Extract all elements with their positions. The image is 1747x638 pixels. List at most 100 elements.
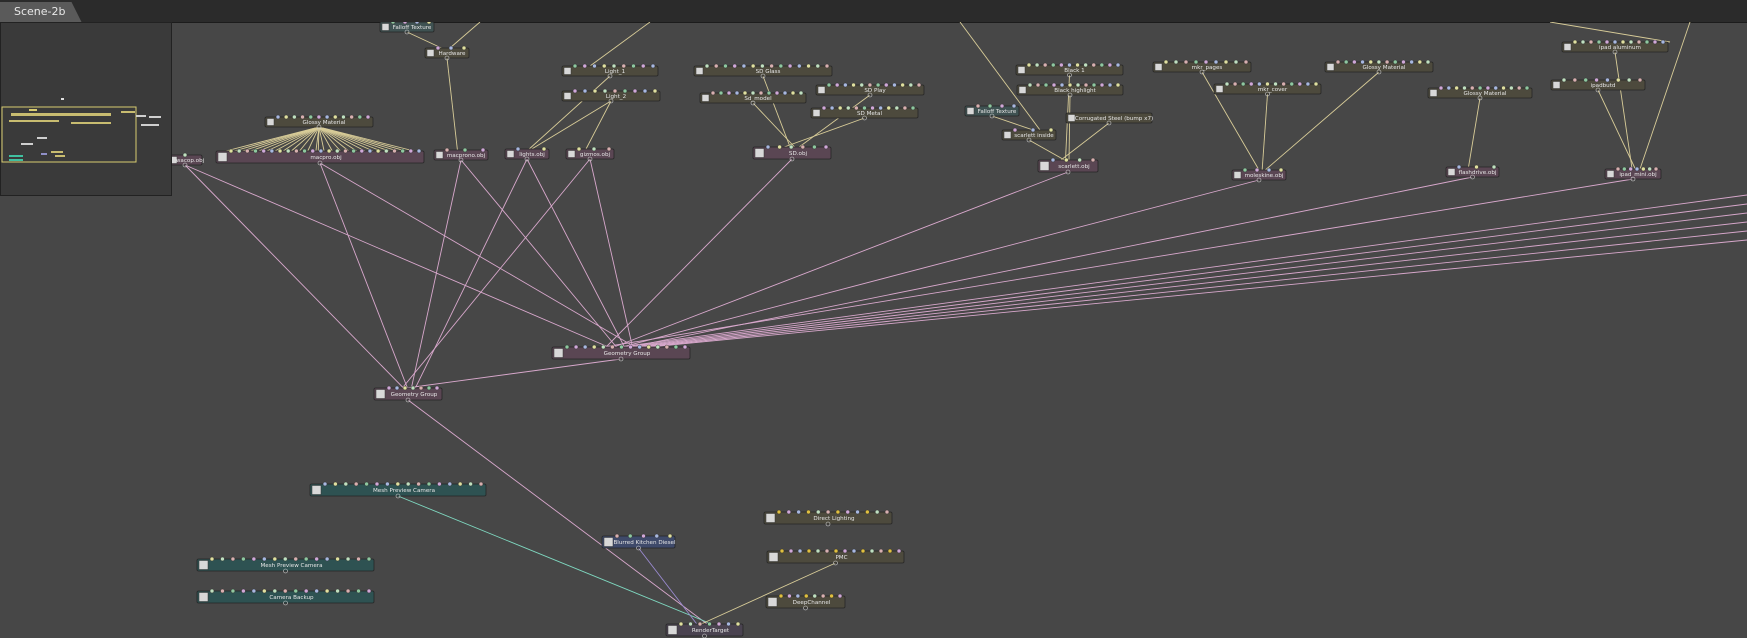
input-pin[interactable] — [887, 548, 893, 554]
input-pin[interactable] — [318, 148, 324, 154]
input-pin[interactable] — [655, 344, 660, 350]
input-pin[interactable] — [1561, 77, 1567, 83]
input-pin[interactable] — [796, 509, 801, 515]
node-sdmetal[interactable]: SD Metal — [810, 105, 919, 121]
input-pin[interactable] — [209, 588, 215, 594]
input-pin[interactable] — [855, 509, 860, 515]
input-pin[interactable] — [823, 144, 829, 150]
input-pin[interactable] — [652, 88, 658, 94]
input-pin[interactable] — [824, 63, 830, 69]
input-pin[interactable] — [1233, 59, 1239, 65]
input-pin[interactable] — [314, 588, 319, 594]
input-pin[interactable] — [782, 90, 788, 96]
input-pin[interactable] — [462, 147, 468, 153]
input-pin[interactable] — [1616, 77, 1621, 83]
input-pin[interactable] — [322, 481, 328, 487]
input-pin[interactable] — [392, 148, 397, 154]
input-pin[interactable] — [641, 63, 646, 69]
input-pin[interactable] — [1266, 167, 1272, 173]
input-pin[interactable] — [1596, 39, 1602, 45]
input-pin[interactable] — [726, 90, 732, 96]
input-pin[interactable] — [400, 148, 405, 154]
input-pin[interactable] — [1249, 81, 1254, 87]
input-pin[interactable] — [572, 88, 578, 94]
input-pin[interactable] — [1456, 164, 1462, 170]
input-pin[interactable] — [1493, 85, 1498, 91]
input-pin[interactable] — [1313, 81, 1319, 87]
input-pin[interactable] — [1446, 85, 1452, 91]
input-pin[interactable] — [251, 556, 257, 562]
input-pin[interactable] — [345, 556, 351, 562]
input-pin[interactable] — [286, 148, 291, 154]
input-pin[interactable] — [610, 344, 615, 350]
input-pin[interactable] — [1620, 39, 1626, 45]
input-pin[interactable] — [359, 148, 364, 154]
input-pin[interactable] — [582, 88, 588, 94]
graph-minimap[interactable] — [0, 22, 172, 196]
input-pin[interactable] — [1612, 39, 1618, 45]
input-pin[interactable] — [1572, 77, 1578, 83]
node-black1[interactable]: Black 1 — [1015, 62, 1124, 78]
input-pin[interactable] — [874, 509, 880, 515]
node-blackhl[interactable]: Black highlight — [1016, 82, 1124, 98]
input-pin[interactable] — [343, 148, 348, 154]
input-pin[interactable] — [1401, 59, 1406, 65]
input-pin[interactable] — [591, 146, 597, 152]
input-pin[interactable] — [573, 344, 579, 350]
input-pin[interactable] — [621, 63, 626, 69]
input-pin[interactable] — [1462, 85, 1467, 91]
node-glossy2[interactable]: Glossy Material — [1324, 59, 1434, 75]
input-pin[interactable] — [804, 593, 809, 599]
input-pin[interactable] — [447, 481, 452, 487]
node-wacomobj[interactable]: wacop.obj — [167, 152, 205, 168]
input-pin[interactable] — [304, 588, 309, 594]
input-pin[interactable] — [916, 82, 922, 88]
input-pin[interactable] — [395, 481, 400, 487]
input-pin[interactable] — [1384, 59, 1390, 65]
node-glossy3[interactable]: Glossy Material — [1427, 85, 1533, 101]
input-pin[interactable] — [1474, 164, 1479, 170]
input-pin[interactable] — [667, 533, 673, 539]
input-pin[interactable] — [1501, 85, 1506, 91]
input-pin[interactable] — [723, 63, 728, 69]
input-pin[interactable] — [778, 593, 784, 599]
input-pin[interactable] — [1273, 81, 1278, 87]
input-pin[interactable] — [333, 114, 338, 120]
input-pin[interactable] — [611, 63, 617, 69]
input-pin[interactable] — [1203, 59, 1209, 65]
node-gizmos[interactable]: gizmos.obj — [565, 146, 615, 162]
input-pin[interactable] — [1477, 85, 1483, 91]
input-pin[interactable] — [826, 82, 832, 88]
input-pin[interactable] — [1454, 85, 1459, 91]
input-pin[interactable] — [468, 481, 473, 487]
input-pin[interactable] — [710, 90, 716, 96]
input-pin[interactable] — [1083, 82, 1089, 88]
input-pin[interactable] — [732, 63, 737, 69]
input-pin[interactable] — [230, 556, 236, 562]
input-pin[interactable] — [1335, 59, 1341, 65]
input-pin[interactable] — [867, 82, 873, 88]
input-pin[interactable] — [835, 509, 841, 515]
node-light2[interactable]: Light_2 — [561, 88, 661, 104]
input-pin[interactable] — [851, 82, 856, 88]
input-pin[interactable] — [209, 556, 215, 562]
input-pin[interactable] — [902, 105, 908, 111]
input-pin[interactable] — [394, 385, 400, 391]
input-pin[interactable] — [1090, 157, 1096, 163]
node-falloff1[interactable]: Falloff Texture — [379, 22, 435, 35]
input-pin[interactable] — [541, 146, 547, 152]
input-pin[interactable] — [1254, 167, 1260, 173]
input-pin[interactable] — [326, 148, 332, 154]
input-pin[interactable] — [697, 621, 703, 627]
input-pin[interactable] — [277, 148, 283, 154]
input-pin[interactable] — [384, 148, 389, 154]
input-pin[interactable] — [646, 344, 651, 350]
input-pin[interactable] — [664, 344, 670, 350]
input-pin[interactable] — [374, 481, 380, 487]
input-pin[interactable] — [637, 344, 642, 350]
input-pin[interactable] — [351, 148, 356, 154]
input-pin[interactable] — [812, 144, 817, 150]
input-pin[interactable] — [333, 481, 338, 487]
input-pin[interactable] — [1067, 62, 1072, 68]
input-pin[interactable] — [825, 509, 831, 515]
